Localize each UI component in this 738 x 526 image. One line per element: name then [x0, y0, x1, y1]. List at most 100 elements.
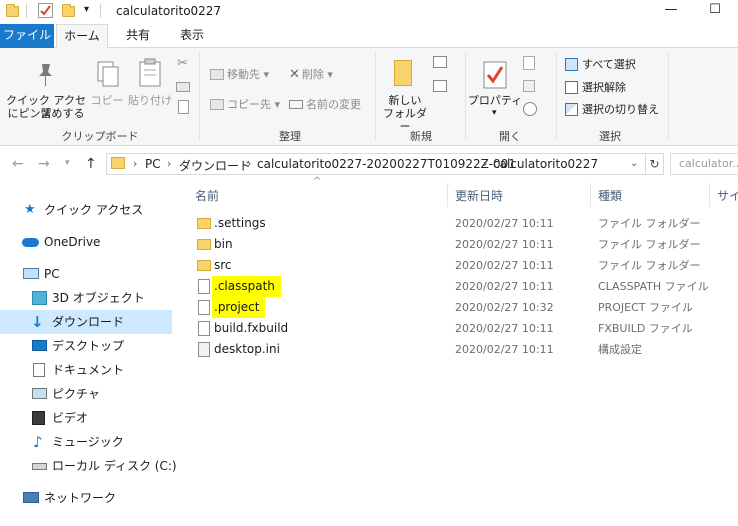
delete-button[interactable]: ✕ 削除 ▾	[289, 66, 333, 82]
pin-to-quick-access-button[interactable]: クイック アクセス にピン留めする	[6, 54, 86, 124]
nav-item-pc[interactable]: PC	[0, 262, 172, 286]
paste-shortcut-icon[interactable]	[178, 100, 189, 114]
file-row[interactable]: bin 2020/02/27 10:11 ファイル フォルダー	[190, 234, 738, 255]
divider	[26, 4, 27, 18]
address-row: ← → ▾ ↑ › PC › ダウンロード › calculatorito022…	[0, 148, 738, 180]
divider	[199, 52, 200, 140]
new-folder-icon	[394, 60, 412, 86]
music-icon: ♪	[33, 433, 43, 451]
file-date: 2020/02/27 10:11	[455, 343, 554, 356]
picture-icon	[32, 388, 47, 399]
folder-icon	[197, 260, 211, 271]
file-row[interactable]: build.fxbuild 2020/02/27 10:11 FXBUILD フ…	[190, 318, 738, 339]
column-date[interactable]: 更新日時	[455, 187, 503, 204]
nav-item-network[interactable]: ネットワーク	[0, 486, 172, 510]
new-item-icon[interactable]	[433, 56, 447, 68]
cut-icon[interactable]: ✂	[177, 56, 188, 71]
move-to-button[interactable]: 移動先 ▾	[210, 66, 269, 82]
address-bar[interactable]: › PC › ダウンロード › calculatorito0227-202002…	[106, 153, 646, 175]
file-name: .settings	[214, 216, 266, 230]
file-row[interactable]: .classpath 2020/02/27 10:11 CLASSPATH ファ…	[190, 276, 738, 297]
breadcrumb-current[interactable]: calculatorito0227	[493, 157, 598, 171]
nav-item-label: ミュージック	[52, 435, 124, 449]
nav-item-pictures[interactable]: ピクチャ	[0, 382, 172, 406]
select-all-button[interactable]: すべて選択	[565, 56, 636, 72]
copy-button[interactable]: コピー	[90, 54, 124, 116]
nav-item-label: ダウンロード	[52, 315, 125, 329]
column-type[interactable]: 種類	[598, 187, 622, 204]
file-row[interactable]: .settings 2020/02/27 10:11 ファイル フォルダー	[190, 213, 738, 234]
divider	[100, 4, 101, 18]
breadcrumb-separator: ›	[483, 157, 488, 170]
easy-access-icon[interactable]	[433, 80, 447, 92]
nav-item-local-disk[interactable]: ローカル ディスク (C:)	[0, 454, 177, 478]
minimize-button[interactable]: —	[648, 0, 694, 22]
nav-item-music[interactable]: ♪ ミュージック	[0, 430, 172, 454]
nav-item-desktop[interactable]: デスクトップ	[0, 334, 172, 358]
delete-icon: ✕	[289, 67, 300, 82]
new-folder-button[interactable]: 新しい フォルダー	[380, 54, 430, 133]
edit-icon[interactable]	[523, 80, 535, 92]
open-icon[interactable]	[523, 56, 535, 70]
maximize-button[interactable]: ☐	[692, 0, 738, 22]
tab-share[interactable]: 共有	[112, 24, 164, 48]
nav-item-downloads[interactable]: ↓ ダウンロード	[0, 310, 172, 334]
file-date: 2020/02/27 10:11	[455, 238, 554, 251]
new-folder-icon[interactable]	[62, 4, 75, 17]
file-type: CLASSPATH ファイル	[598, 280, 709, 293]
tab-home[interactable]: ホーム	[56, 24, 108, 49]
history-icon[interactable]	[523, 102, 537, 116]
organize-group-label: 整理	[279, 130, 301, 143]
folder-icon	[6, 4, 19, 17]
open-group-label: 開く	[499, 130, 521, 143]
cloud-icon	[22, 238, 39, 247]
ribbon-tabs: ファイル ホーム 共有 表示	[0, 24, 738, 49]
breadcrumb-downloads[interactable]: ダウンロード	[179, 157, 251, 174]
nav-item-documents[interactable]: ドキュメント	[0, 358, 172, 382]
select-all-label: すべて選択	[582, 58, 636, 71]
customize-toolbar-icon[interactable]: ▾	[84, 4, 89, 15]
paste-button[interactable]: 貼り付け	[128, 54, 172, 116]
nav-item-label: ローカル ディスク (C:)	[52, 459, 177, 473]
breadcrumb-archive-folder[interactable]: calculatorito0227-20200227T010922Z-001	[257, 157, 516, 171]
file-row[interactable]: src 2020/02/27 10:11 ファイル フォルダー	[190, 255, 738, 276]
copy-to-button[interactable]: コピー先 ▾	[210, 96, 280, 112]
folder-icon	[111, 157, 125, 169]
tab-file[interactable]: ファイル	[0, 24, 54, 48]
file-row[interactable]: .project 2020/02/27 10:32 PROJECT ファイル	[190, 297, 738, 318]
nav-item-label: ピクチャ	[52, 387, 100, 401]
tab-view[interactable]: 表示	[166, 24, 218, 48]
title-bar: ▾ calculatorito0227 — ☐	[0, 0, 738, 22]
nav-item-3d-objects[interactable]: 3D オブジェクト	[0, 286, 172, 310]
nav-item-onedrive[interactable]: OneDrive	[0, 230, 172, 254]
clipboard-group-label: クリップボード	[61, 130, 139, 143]
nav-item-quick-access[interactable]: ★ クイック アクセス	[0, 198, 172, 222]
select-none-button[interactable]: 選択解除	[565, 79, 626, 95]
rename-button[interactable]: 名前の変更	[289, 96, 361, 112]
properties-check-icon[interactable]	[38, 3, 53, 18]
breadcrumb-pc[interactable]: PC	[145, 157, 161, 171]
file-type: ファイル フォルダー	[598, 259, 701, 272]
disk-icon	[32, 463, 47, 470]
back-icon[interactable]: ←	[12, 156, 24, 172]
refresh-icon[interactable]: ↻	[646, 153, 664, 175]
file-row[interactable]: desktop.ini 2020/02/27 10:11 構成設定	[190, 339, 738, 360]
new-group-label: 新規	[410, 130, 432, 143]
file-date: 2020/02/27 10:11	[455, 322, 554, 335]
column-size[interactable]: サイ	[717, 187, 738, 204]
select-group-label: 選択	[599, 130, 621, 143]
column-name[interactable]: 名前	[195, 187, 219, 204]
nav-item-videos[interactable]: ビデオ	[0, 406, 172, 430]
properties-icon	[482, 60, 508, 93]
properties-label: プロパティ	[467, 94, 523, 107]
invert-selection-label: 選択の切り替え	[582, 103, 659, 116]
chevron-down-icon[interactable]: ⌄	[630, 158, 638, 169]
up-icon[interactable]: ↑	[85, 156, 97, 172]
invert-selection-button[interactable]: 選択の切り替え	[565, 101, 659, 117]
search-input[interactable]: calculator...	[670, 153, 738, 175]
recent-locations-icon[interactable]: ▾	[65, 158, 70, 168]
desktop-icon	[32, 340, 47, 351]
copy-path-icon[interactable]	[176, 82, 190, 92]
properties-button[interactable]: プロパティ ▾	[468, 54, 522, 124]
forward-icon[interactable]: →	[38, 156, 50, 172]
